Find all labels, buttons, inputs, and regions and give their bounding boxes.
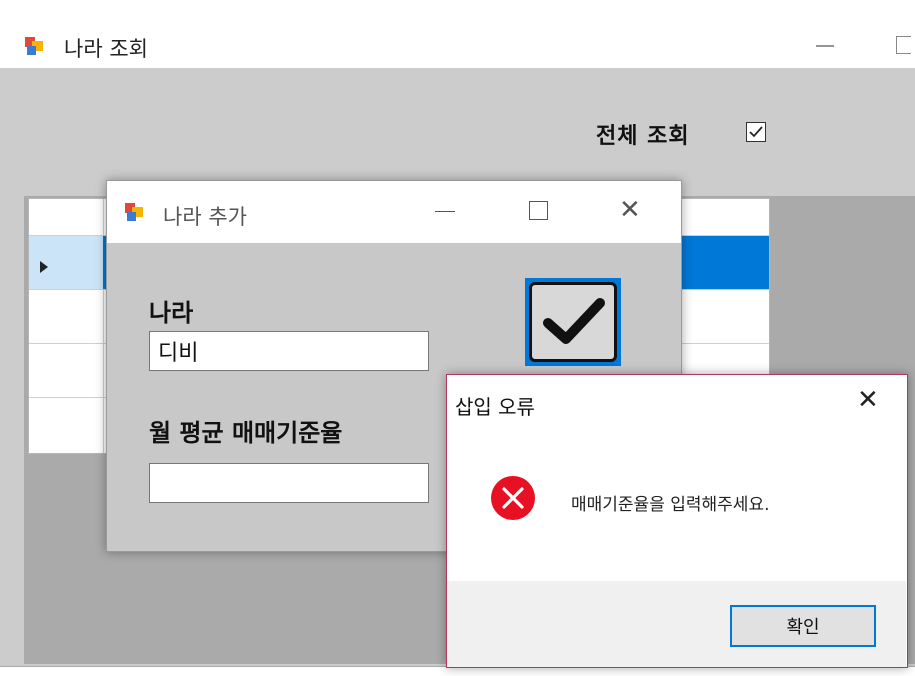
country-label: 나라 — [149, 299, 194, 327]
checkmark-icon — [543, 298, 605, 344]
error-dialog-title: 삽입 오류 — [455, 395, 535, 419]
ok-button[interactable]: 확인 — [730, 605, 876, 647]
all-view-label: 전체 조회 — [596, 124, 690, 149]
checkmark-icon — [749, 126, 763, 138]
add-dialog-titlebar[interactable]: 나라 추가 ✕ — [107, 181, 681, 243]
maximize-icon[interactable] — [896, 36, 911, 54]
error-dialog-footer: 확인 — [447, 581, 906, 667]
window-title: 나라 조회 — [64, 37, 148, 61]
app-icon — [125, 203, 143, 221]
close-icon[interactable]: ✕ — [619, 195, 641, 225]
all-view-checkbox[interactable] — [746, 122, 766, 142]
row-selector-arrow-icon — [40, 261, 48, 273]
app-icon — [25, 37, 43, 55]
add-dialog-title: 나라 추가 — [163, 205, 247, 229]
error-message-text: 매매기준율을 입력해주세요. — [571, 495, 770, 515]
minimize-icon[interactable] — [435, 211, 455, 212]
error-icon — [491, 476, 535, 520]
error-message-box: 삽입 오류 ✕ 매매기준율을 입력해주세요. 확인 — [446, 374, 908, 668]
rate-input[interactable] — [149, 463, 429, 503]
minimize-icon[interactable] — [808, 28, 844, 64]
rate-label: 월 평균 매매기준율 — [149, 419, 343, 447]
close-icon[interactable]: ✕ — [857, 385, 879, 415]
confirm-add-button[interactable] — [525, 278, 621, 366]
country-input[interactable] — [149, 331, 429, 371]
maximize-icon[interactable] — [529, 201, 548, 220]
confirm-button-face — [529, 282, 617, 362]
main-titlebar[interactable]: 나라 조회 — [0, 10, 915, 68]
